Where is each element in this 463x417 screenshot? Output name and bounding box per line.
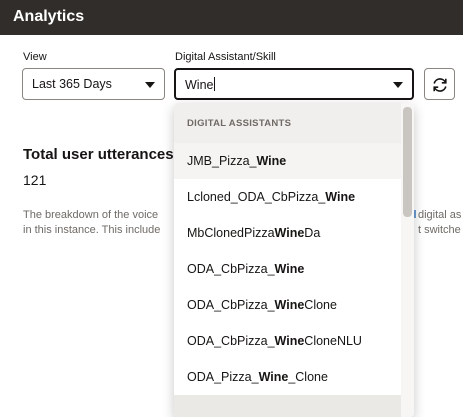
dropdown-option[interactable]: JMB_Pizza_Wine: [174, 143, 401, 179]
option-text: MbClonedPizza: [187, 226, 275, 240]
dropdown-option[interactable]: MbClonedPizzaWineDa: [174, 215, 401, 251]
option-match-text: Wine: [325, 190, 356, 204]
assistant-dropdown-list: DIGITAL ASSISTANTS JMB_Pizza_Wine Lclone…: [174, 103, 414, 417]
option-text: ODA_CbPizza_: [187, 262, 275, 276]
page-title: Analytics: [13, 8, 85, 25]
option-text: Lcloned_ODA_CbPizza_: [187, 190, 326, 204]
option-text: ODA_CbPizza_: [187, 298, 275, 312]
dropdown-option[interactable]: ODA_CbPizza_WineClone: [174, 287, 401, 323]
description-line-1-right: digital as: [418, 209, 462, 221]
description-line-2: in this instance. This include: [23, 224, 161, 236]
assistant-input-text: Wine: [185, 78, 214, 92]
chevron-down-icon: [145, 82, 155, 88]
option-text: ODA_Pizza_: [187, 370, 259, 384]
refresh-icon: [433, 78, 447, 92]
option-match-text: Wine: [256, 154, 287, 168]
description-line-2-right: t switche: [418, 224, 461, 236]
chevron-down-icon[interactable]: [393, 82, 403, 88]
refresh-button[interactable]: [424, 68, 455, 100]
dropdown-option[interactable]: Lcloned_ODA_CbPizza_Wine: [174, 179, 401, 215]
utterances-title: Total user utterances: [23, 146, 174, 163]
app-header: Analytics: [0, 0, 463, 35]
option-match-text: Wine: [274, 262, 305, 276]
dropdown-group-header: DIGITAL ASSISTANTS: [174, 103, 401, 143]
option-text: JMB_Pizza_: [187, 154, 257, 168]
option-text: Clone: [304, 298, 337, 312]
view-label: View: [23, 51, 47, 63]
dropdown-option[interactable]: ODA_CbPizza_WineCloneNLU: [174, 323, 401, 359]
dropdown-group-label: DIGITAL ASSISTANTS: [187, 118, 292, 129]
dropdown-option[interactable]: ODA_CbPizza_Wine: [174, 251, 401, 287]
description-line-1: The breakdown of the voice: [23, 209, 159, 221]
dropdown-scrollbar-thumb[interactable]: [403, 107, 412, 217]
option-text: Da: [304, 226, 321, 240]
option-match-text: Wine: [274, 226, 305, 240]
assistant-search-input[interactable]: Wine: [174, 68, 414, 100]
assistant-label: Digital Assistant/Skill: [175, 51, 276, 63]
utterances-count: 121: [23, 172, 47, 188]
text-cursor: [214, 77, 216, 91]
dropdown-option[interactable]: ODA_Pizza_Wine_Clone: [174, 359, 401, 395]
option-match-text: Wine: [258, 370, 289, 384]
view-select-value: Last 365 Days: [32, 77, 112, 91]
option-match-text: Wine: [274, 298, 305, 312]
option-match-text: Wine: [274, 334, 305, 348]
dropdown-next-group-header: [174, 395, 401, 417]
option-text: ODA_CbPizza_: [187, 334, 275, 348]
view-select[interactable]: Last 365 Days: [22, 68, 165, 100]
option-text: _Clone: [288, 370, 328, 384]
option-text: CloneNLU: [304, 334, 362, 348]
